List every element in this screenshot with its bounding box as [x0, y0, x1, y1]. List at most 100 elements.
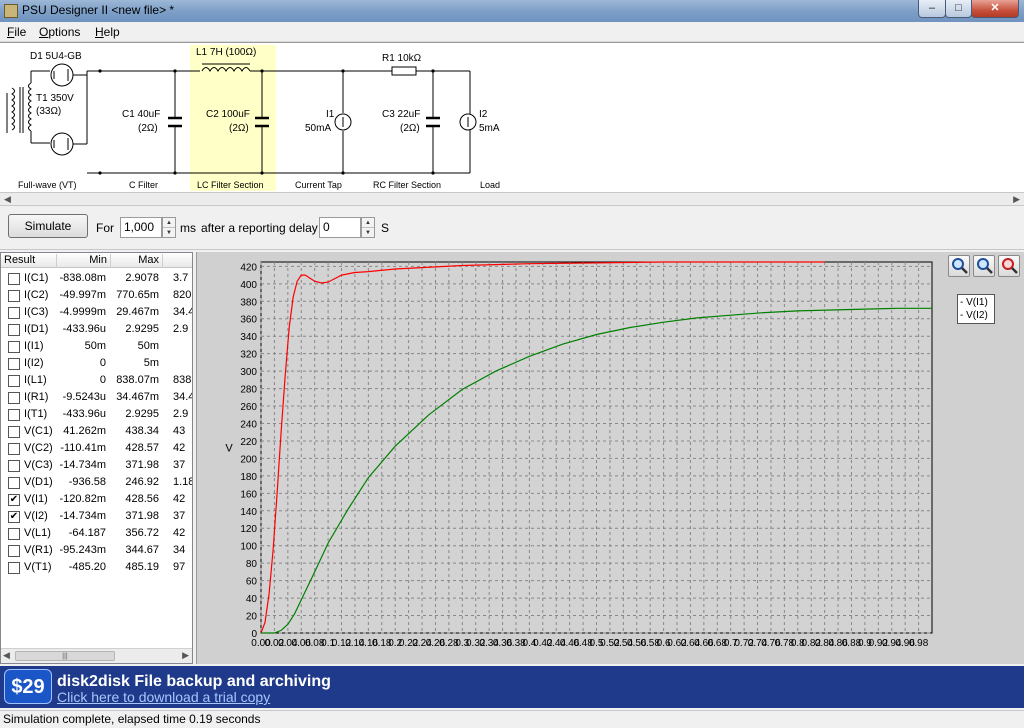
- table-row[interactable]: I(C3) -4.9999m 29.467m 34.4: [1, 304, 192, 321]
- row-extra: 42: [173, 493, 186, 505]
- label-c3-r: (2Ω): [400, 123, 420, 134]
- scroll-thumb[interactable]: |||: [15, 651, 115, 661]
- table-row[interactable]: V(C1) 41.262m 438.34 43: [1, 423, 192, 440]
- table-row[interactable]: V(T1) -485.20 485.19 97: [1, 559, 192, 576]
- row-checkbox[interactable]: [8, 460, 20, 472]
- row-max: 34.467m: [116, 391, 159, 403]
- table-row[interactable]: I(C1) -838.08m 2.9078 3.7: [1, 270, 192, 287]
- row-min: -936.58: [68, 476, 106, 488]
- y-tick-label: 260: [240, 402, 257, 413]
- column-min[interactable]: Min: [57, 254, 111, 268]
- y-tick-label: 140: [240, 507, 257, 518]
- table-row[interactable]: V(R1) -95.243m 344.67 34: [1, 542, 192, 559]
- label-c3: C3 22uF: [382, 109, 421, 120]
- row-checkbox[interactable]: [8, 545, 20, 557]
- y-tick-label: 80: [246, 559, 258, 570]
- y-tick-label: 220: [240, 437, 257, 448]
- row-max: 29.467m: [116, 306, 159, 318]
- scroll-right-icon[interactable]: ▶: [182, 650, 189, 661]
- label-i2-value: 5mA: [479, 123, 500, 134]
- resistor-symbol: [391, 66, 417, 76]
- section-current-tap[interactable]: Current Tap: [295, 180, 342, 190]
- duration-spinner[interactable]: ▲ ▼: [162, 217, 176, 238]
- y-tick-label: 40: [246, 594, 258, 605]
- table-row[interactable]: I(D1) -433.96u 2.9295 2.9: [1, 321, 192, 338]
- menu-options[interactable]: Options: [39, 25, 80, 39]
- menu-file[interactable]: File: [7, 25, 26, 39]
- scroll-right-icon[interactable]: ▶: [1013, 193, 1020, 205]
- table-row[interactable]: I(R1) -9.5243u 34.467m 34.4: [1, 389, 192, 406]
- table-row[interactable]: ✔ V(I1) -120.82m 428.56 42: [1, 491, 192, 508]
- minimize-button[interactable]: ‒: [918, 0, 946, 18]
- row-extra: 42: [173, 527, 186, 539]
- y-tick-label: 380: [240, 297, 257, 308]
- close-button[interactable]: ✕: [971, 0, 1019, 18]
- row-checkbox[interactable]: [8, 528, 20, 540]
- row-extra: 2.9: [173, 323, 189, 335]
- menu-help[interactable]: Help: [95, 25, 120, 39]
- scroll-left-icon[interactable]: ◀: [4, 193, 11, 205]
- row-checkbox[interactable]: [8, 290, 20, 302]
- row-checkbox[interactable]: [8, 409, 20, 421]
- table-row[interactable]: I(L1) 0 838.07m 838.: [1, 372, 192, 389]
- row-extra: 3.7: [173, 272, 189, 284]
- row-checkbox[interactable]: ✔: [8, 511, 20, 523]
- row-checkbox[interactable]: [8, 358, 20, 370]
- row-checkbox[interactable]: [8, 324, 20, 336]
- row-checkbox[interactable]: [8, 307, 20, 319]
- zoom-out-button[interactable]: [973, 255, 995, 277]
- simulation-toolbar: Simulate For 1,000 ▲ ▼ ms after a reporti…: [0, 206, 1024, 250]
- table-row[interactable]: I(I1) 50m 50m: [1, 338, 192, 355]
- spin-down-icon: ▼: [365, 230, 371, 236]
- row-checkbox[interactable]: [8, 273, 20, 285]
- zoom-in-button[interactable]: [948, 255, 970, 277]
- row-min: -49.997m: [59, 289, 106, 301]
- row-checkbox[interactable]: [8, 562, 20, 574]
- row-checkbox[interactable]: [8, 477, 20, 489]
- section-lc-filter[interactable]: LC Filter Section: [197, 180, 264, 190]
- row-checkbox[interactable]: ✔: [8, 494, 20, 506]
- table-row[interactable]: V(C2) -110.41m 428.57 42: [1, 440, 192, 457]
- delay-unit: S: [381, 221, 390, 235]
- column-result[interactable]: Result: [1, 254, 57, 268]
- y-tick-label: 320: [240, 350, 257, 361]
- table-row[interactable]: V(D1) -936.58 246.92 1.18: [1, 474, 193, 491]
- row-checkbox[interactable]: [8, 375, 20, 387]
- table-row[interactable]: V(C3) -14.734m 371.98 37: [1, 457, 192, 474]
- section-fullwave[interactable]: Full-wave (VT): [18, 180, 77, 190]
- row-extra: 43: [173, 425, 186, 437]
- row-checkbox[interactable]: [8, 426, 20, 438]
- voltage-chart[interactable]: 0204060801001201401601802002202402602803…: [197, 252, 1024, 664]
- row-checkbox[interactable]: [8, 392, 20, 404]
- table-row[interactable]: I(T1) -433.96u 2.9295 2.9: [1, 406, 192, 423]
- row-max: 356.72: [125, 527, 159, 539]
- table-row[interactable]: V(L1) -64.187 356.72 42: [1, 525, 192, 542]
- section-c-filter[interactable]: C Filter: [129, 180, 158, 190]
- results-horizontal-scrollbar[interactable]: ◀ ||| ▶: [1, 648, 192, 663]
- delay-spinner[interactable]: ▲ ▼: [361, 217, 375, 238]
- ad-banner[interactable]: $29 disk2disk File backup and archiving …: [0, 666, 1024, 708]
- app-icon: [4, 4, 18, 18]
- scroll-left-icon[interactable]: ◀: [3, 650, 10, 661]
- maximize-button[interactable]: □: [945, 0, 972, 18]
- column-max[interactable]: Max: [111, 254, 163, 268]
- schematic-horizontal-scrollbar[interactable]: ◀ ▶: [0, 192, 1024, 206]
- row-checkbox[interactable]: [8, 341, 20, 353]
- table-row[interactable]: I(C2) -49.997m 770.65m 820.: [1, 287, 192, 304]
- y-tick-label: 340: [240, 332, 257, 343]
- circuit-schematic[interactable]: D1 5U4-GB T1 350V (33Ω) C1 40uF (2Ω) L1 …: [0, 42, 1024, 192]
- section-rc-filter[interactable]: RC Filter Section: [373, 180, 441, 190]
- table-row[interactable]: I(I2) 0 5m: [1, 355, 192, 372]
- duration-input[interactable]: 1,000: [120, 217, 162, 238]
- delay-input[interactable]: 0: [319, 217, 361, 238]
- y-tick-label: 360: [240, 315, 257, 326]
- row-extra: 1.18: [173, 476, 193, 488]
- zoom-reset-button[interactable]: [998, 255, 1020, 277]
- row-checkbox[interactable]: [8, 443, 20, 455]
- y-axis-label: V: [225, 443, 233, 455]
- ad-download-link[interactable]: Click here to download a trial copy: [57, 689, 270, 705]
- section-load[interactable]: Load: [480, 180, 500, 190]
- results-header: Result Min Max: [1, 253, 192, 268]
- table-row[interactable]: ✔ V(I2) -14.734m 371.98 37: [1, 508, 192, 525]
- simulate-button[interactable]: Simulate: [8, 214, 88, 238]
